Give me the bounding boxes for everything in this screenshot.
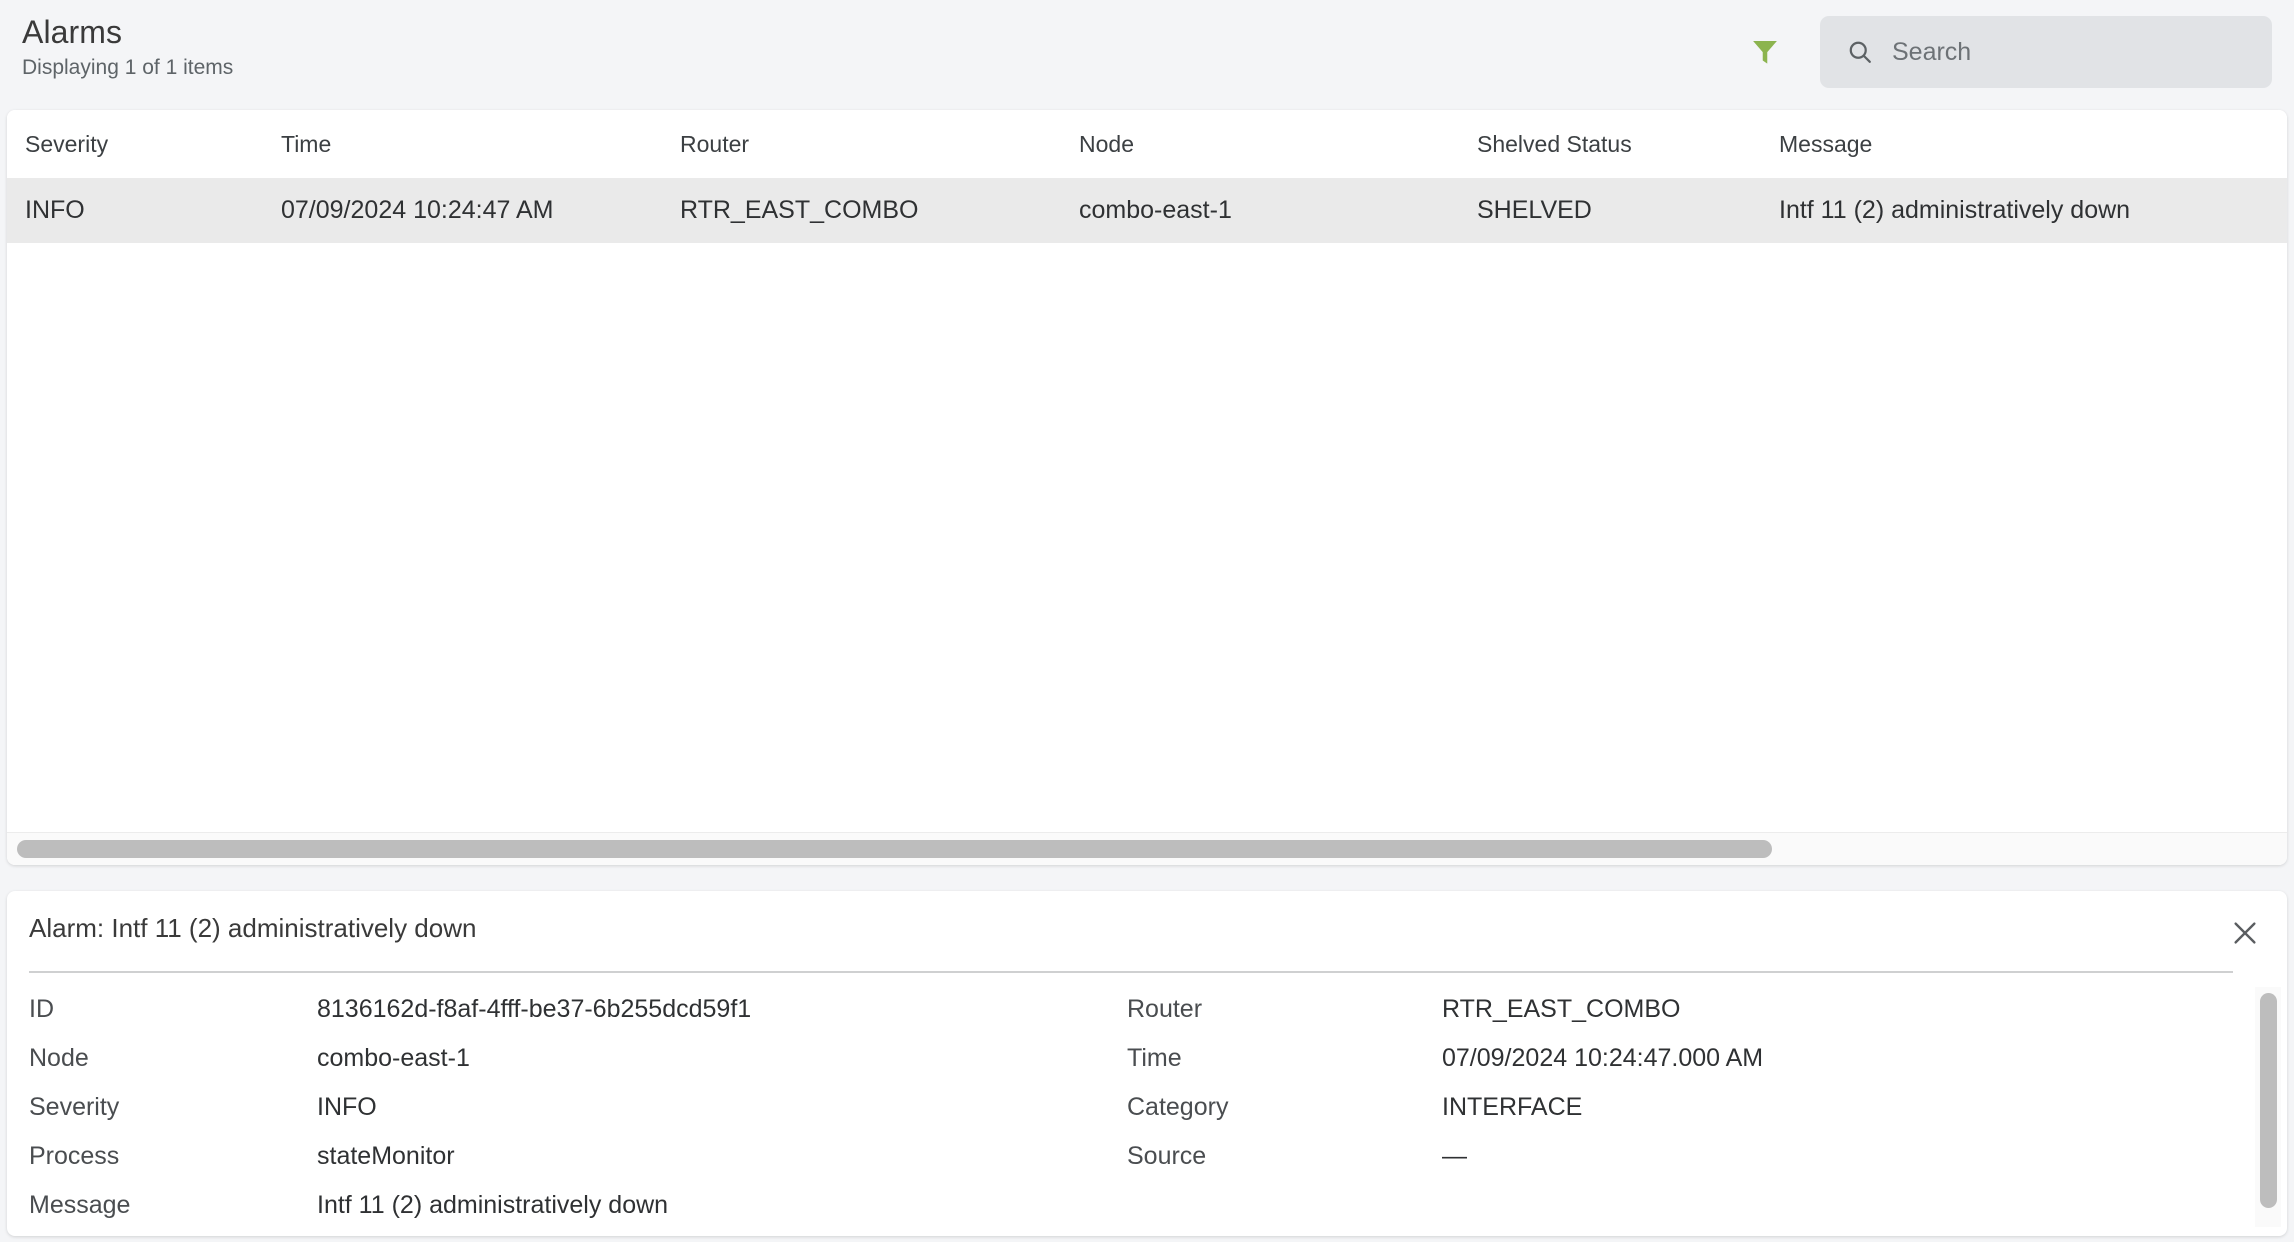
detail-value-router: RTR_EAST_COMBO xyxy=(1442,995,2227,1024)
alarm-detail-panel: Alarm: Intf 11 (2) administratively down… xyxy=(7,891,2287,1236)
close-button[interactable] xyxy=(2225,913,2265,953)
detail-value-node: combo-east-1 xyxy=(317,1044,1127,1073)
column-header-message[interactable]: Message xyxy=(1761,131,2281,158)
alarms-page: Alarms Displaying 1 of 1 items Severity … xyxy=(0,0,2294,1242)
detail-row: Node combo-east-1 Time 07/09/2024 10:24:… xyxy=(7,1034,2247,1083)
page-title: Alarms xyxy=(22,12,233,52)
alarm-detail-title: Alarm: Intf 11 (2) administratively down xyxy=(29,913,476,944)
filter-button[interactable] xyxy=(1737,26,1793,78)
detail-row: Message Intf 11 (2) administratively dow… xyxy=(7,1181,2247,1230)
column-header-time[interactable]: Time xyxy=(263,131,662,158)
cell-node: combo-east-1 xyxy=(1061,196,1459,225)
table-horizontal-scrollbar-thumb[interactable] xyxy=(17,840,1772,858)
detail-label-process: Process xyxy=(7,1142,317,1171)
detail-value-process: stateMonitor xyxy=(317,1142,1127,1171)
detail-row: ID 8136162d-f8af-4fff-be37-6b255dcd59f1 … xyxy=(7,985,2247,1034)
page-subtitle: Displaying 1 of 1 items xyxy=(22,54,233,82)
detail-label-node: Node xyxy=(7,1044,317,1073)
detail-label-severity: Severity xyxy=(7,1093,317,1122)
cell-message: Intf 11 (2) administratively down xyxy=(1761,196,2281,225)
detail-value-severity: INFO xyxy=(317,1093,1127,1122)
detail-value-time: 07/09/2024 10:24:47.000 AM xyxy=(1442,1044,2227,1073)
header-titles: Alarms Displaying 1 of 1 items xyxy=(22,12,233,82)
detail-divider xyxy=(29,971,2233,973)
table-header-row: Severity Time Router Node Shelved Status… xyxy=(7,110,2287,178)
detail-label-category: Category xyxy=(1127,1093,1442,1122)
alarms-table-card: Severity Time Router Node Shelved Status… xyxy=(7,110,2287,865)
search-input[interactable] xyxy=(1892,38,2252,67)
detail-label-router: Router xyxy=(1127,995,1442,1024)
page-header: Alarms Displaying 1 of 1 items xyxy=(0,0,2294,110)
cell-severity: INFO xyxy=(7,196,263,225)
detail-vertical-scrollbar[interactable] xyxy=(2255,987,2281,1227)
close-x-icon xyxy=(2230,918,2260,948)
alarm-detail-fields: ID 8136162d-f8af-4fff-be37-6b255dcd59f1 … xyxy=(7,985,2247,1230)
detail-row: Severity INFO Category INTERFACE xyxy=(7,1083,2247,1132)
column-header-node[interactable]: Node xyxy=(1061,131,1459,158)
detail-value-category: INTERFACE xyxy=(1442,1093,2227,1122)
detail-label-source: Source xyxy=(1127,1142,1442,1171)
detail-vertical-scrollbar-thumb[interactable] xyxy=(2260,993,2277,1208)
search-icon xyxy=(1846,38,1874,66)
detail-value-source: — xyxy=(1442,1142,2227,1171)
table-horizontal-scrollbar[interactable] xyxy=(7,832,2287,865)
detail-label-id: ID xyxy=(7,995,317,1024)
search-box[interactable] xyxy=(1820,16,2272,88)
column-header-severity[interactable]: Severity xyxy=(7,131,263,158)
detail-value-message: Intf 11 (2) administratively down xyxy=(317,1191,1127,1220)
detail-value-id: 8136162d-f8af-4fff-be37-6b255dcd59f1 xyxy=(317,995,1127,1024)
filter-funnel-icon xyxy=(1748,35,1782,69)
detail-label-time: Time xyxy=(1127,1044,1442,1073)
table-empty-area xyxy=(7,243,2287,813)
cell-shelved-status: SHELVED xyxy=(1459,196,1761,225)
column-header-shelved-status[interactable]: Shelved Status xyxy=(1459,131,1761,158)
detail-row: Process stateMonitor Source — xyxy=(7,1132,2247,1181)
cell-router: RTR_EAST_COMBO xyxy=(662,196,1061,225)
table-row[interactable]: INFO 07/09/2024 10:24:47 AM RTR_EAST_COM… xyxy=(7,178,2287,243)
cell-time: 07/09/2024 10:24:47 AM xyxy=(263,196,662,225)
column-header-router[interactable]: Router xyxy=(662,131,1061,158)
detail-label-message: Message xyxy=(7,1191,317,1220)
